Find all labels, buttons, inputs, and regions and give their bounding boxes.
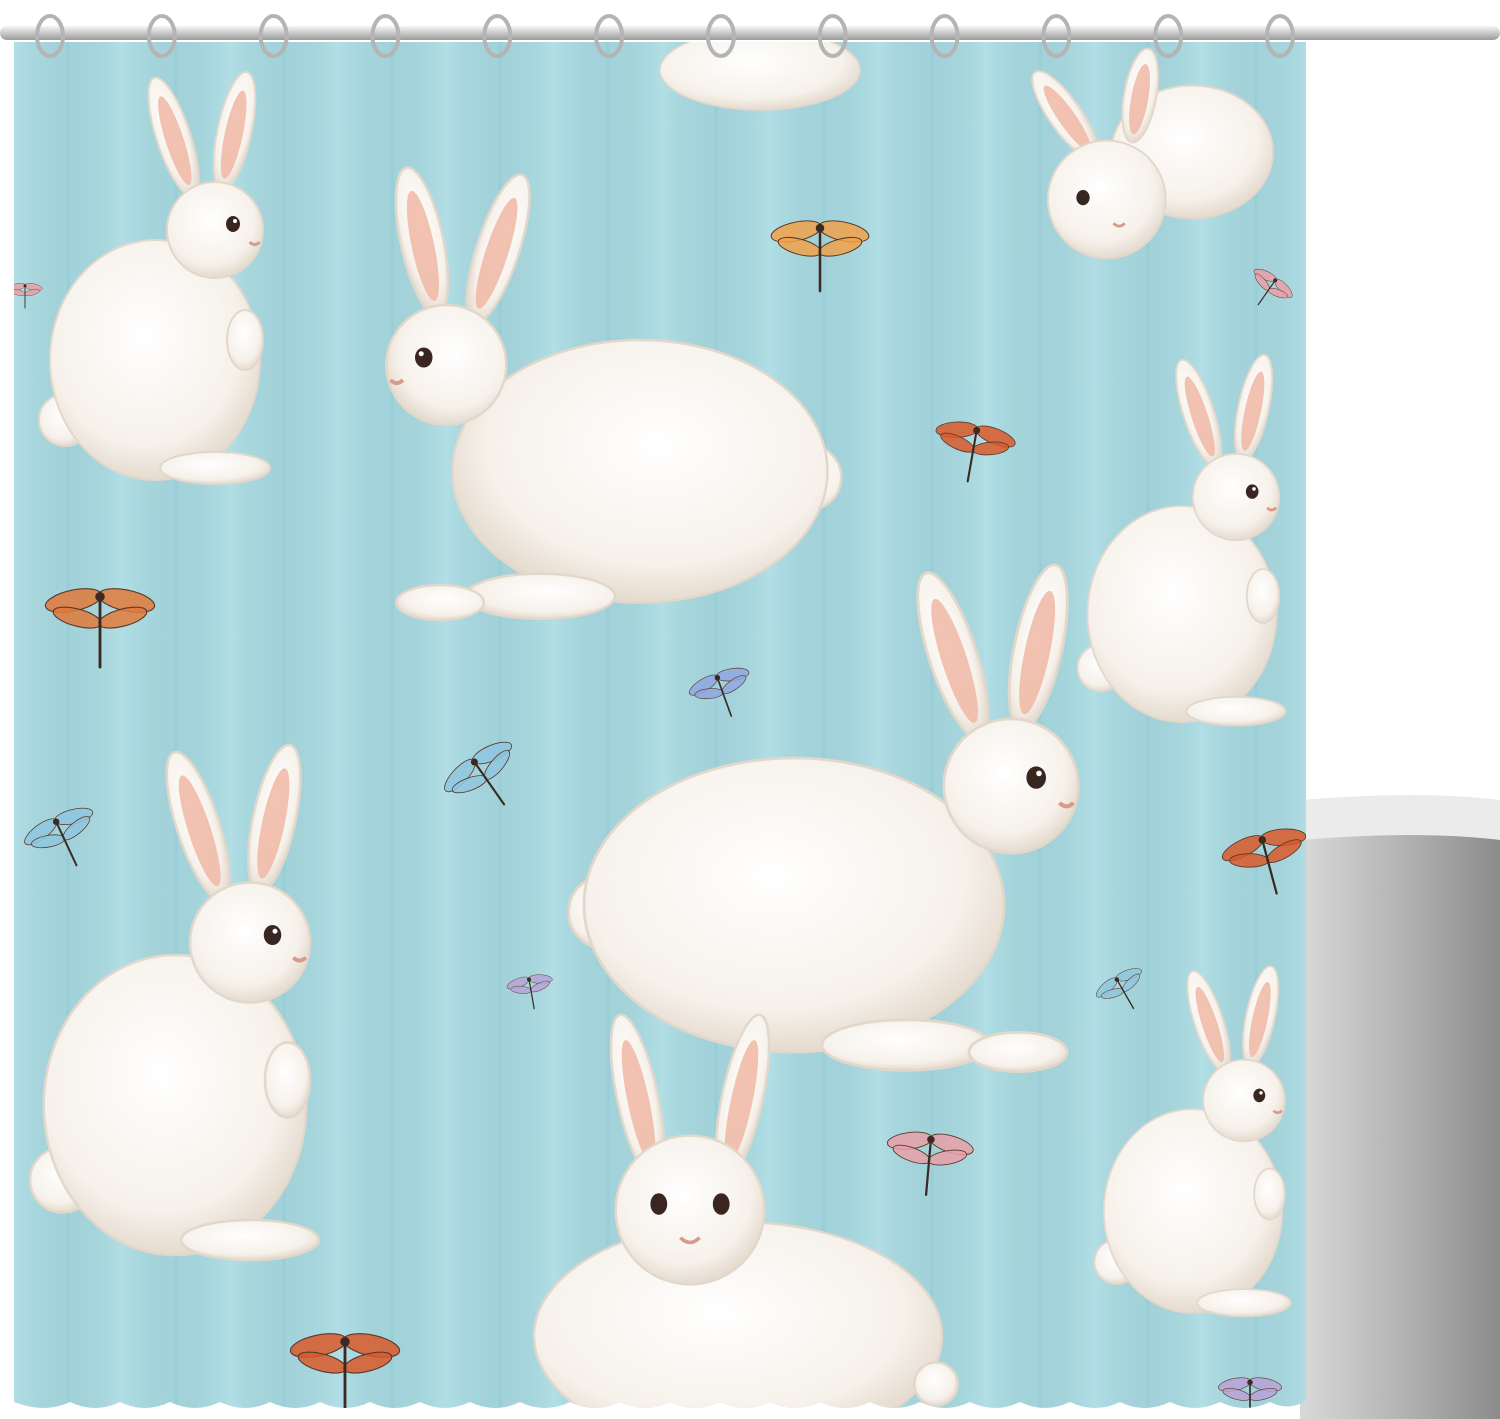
curtain-rod [0,26,1500,40]
bathtub [1300,795,1500,1419]
shower-curtain-scene [0,14,1500,1419]
curtain [14,42,1306,1408]
bunny [659,42,861,111]
